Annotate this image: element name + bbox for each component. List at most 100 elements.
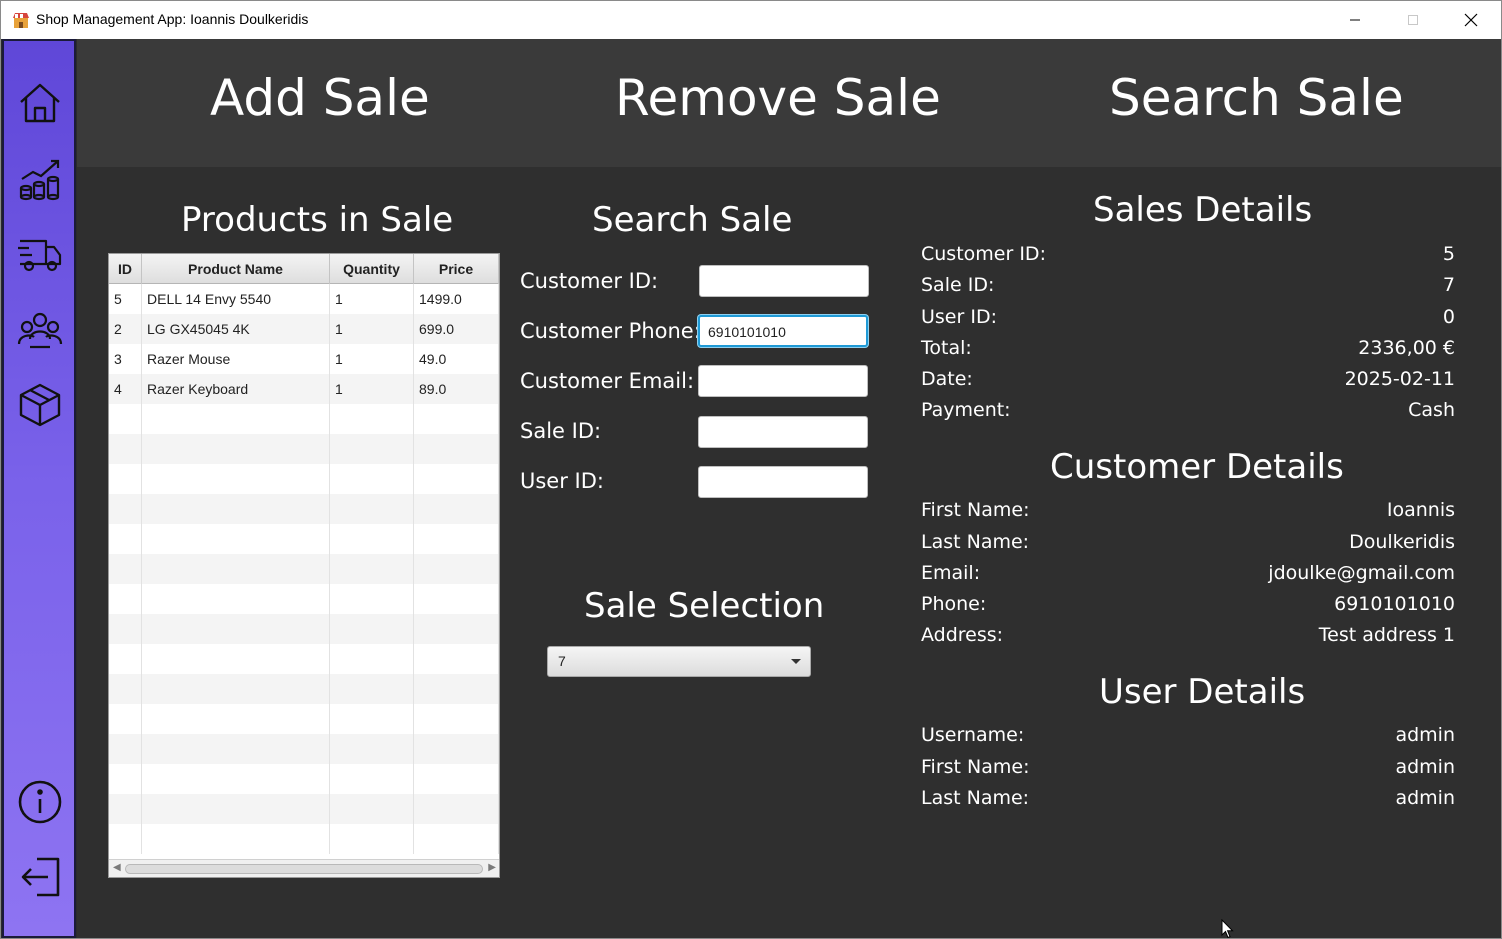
cell-product-name (142, 494, 330, 524)
cell-price (414, 644, 499, 674)
cell-id (109, 734, 142, 764)
cell-price (414, 464, 499, 494)
cell-product-name (142, 584, 330, 614)
empty-table-row (109, 614, 499, 644)
cell-quantity: 1 (330, 314, 414, 344)
cell-price (414, 584, 499, 614)
cell-id (109, 554, 142, 584)
user-last-name-value: admin (1395, 787, 1455, 809)
table-row[interactable]: 3 Razer Mouse 1 49.0 (109, 344, 499, 374)
sale-id-input[interactable] (698, 416, 868, 448)
maximize-button[interactable] (1384, 1, 1442, 39)
cell-id: 5 (109, 284, 142, 314)
user-id-input[interactable] (698, 466, 868, 498)
customer-address-value: Test address 1 (1318, 624, 1455, 646)
user-username-value: admin (1395, 724, 1455, 746)
cell-product-name (142, 734, 330, 764)
scroll-right-icon[interactable]: ▶ (488, 862, 496, 873)
minimize-icon (1350, 19, 1360, 21)
customer-last-name-label: Last Name: (921, 531, 1030, 553)
search-sale-button[interactable]: Search Sale (1109, 69, 1404, 127)
cell-quantity (330, 764, 414, 794)
customers-icon (17, 312, 63, 349)
cell-product-name (142, 674, 330, 704)
cell-quantity (330, 464, 414, 494)
column-header-id[interactable]: ID (109, 254, 142, 284)
cell-id (109, 494, 142, 524)
cell-quantity: 1 (330, 374, 414, 404)
empty-table-row (109, 764, 499, 794)
empty-table-row (109, 824, 499, 854)
cell-id (109, 704, 142, 734)
user-details-title: User Details (1099, 672, 1306, 712)
cell-product-name (142, 704, 330, 734)
home-icon (20, 83, 60, 123)
detail-user-id-label: User ID: (921, 306, 997, 328)
cell-id (109, 824, 142, 854)
close-button[interactable] (1442, 1, 1500, 39)
horizontal-scrollbar[interactable]: ◀ ▶ (109, 859, 499, 877)
table-row[interactable]: 5 DELL 14 Envy 5540 1 1499.0 (109, 284, 499, 314)
cell-product-name (142, 404, 330, 434)
nav-home-button[interactable] (16, 79, 64, 127)
sales-chart-icon (19, 159, 60, 201)
products-table[interactable]: ID Product Name Quantity Price 5 DELL 14 … (108, 253, 500, 878)
add-sale-button[interactable]: Add Sale (210, 69, 430, 127)
cell-price (414, 734, 499, 764)
header-bar: Add Sale Remove Sale Search Sale (77, 39, 1501, 167)
customer-address-label: Address: (921, 624, 1004, 646)
sale-selection-dropdown[interactable]: 7 (547, 646, 811, 677)
customer-email-input[interactable] (698, 365, 868, 397)
customer-id-input[interactable] (699, 265, 869, 297)
cell-price (414, 524, 499, 554)
cell-quantity (330, 734, 414, 764)
cell-id (109, 674, 142, 704)
delivery-truck-icon (18, 239, 62, 272)
customer-id-label: Customer ID: (520, 269, 659, 293)
nav-customers-button[interactable] (16, 306, 64, 354)
user-first-name-label: First Name: (921, 756, 1030, 778)
cell-id (109, 764, 142, 794)
customer-first-name-value: Ioannis (1386, 499, 1455, 521)
nav-products-button[interactable] (16, 381, 64, 429)
column-header-price[interactable]: Price (414, 254, 499, 284)
column-header-quantity[interactable]: Quantity (330, 254, 414, 284)
cell-price (414, 614, 499, 644)
cell-id (109, 794, 142, 824)
sales-details-title: Sales Details (1093, 190, 1313, 230)
cell-product-name (142, 794, 330, 824)
detail-user-id-value: 0 (1442, 306, 1455, 328)
cell-price: 1499.0 (414, 284, 499, 314)
products-box-icon (19, 383, 61, 427)
detail-customer-id-value: 5 (1442, 243, 1455, 265)
empty-table-row (109, 794, 499, 824)
detail-customer-id-label: Customer ID: (921, 243, 1046, 265)
column-header-product-name[interactable]: Product Name (142, 254, 330, 284)
nav-info-button[interactable] (16, 778, 64, 826)
cell-product-name: Razer Keyboard (142, 374, 330, 404)
empty-table-row (109, 524, 499, 554)
remove-sale-button[interactable]: Remove Sale (615, 69, 941, 127)
detail-total-label: Total: (921, 337, 972, 359)
scrollbar-thumb[interactable] (125, 864, 483, 874)
cell-product-name (142, 614, 330, 644)
mouse-cursor-icon (1221, 919, 1234, 939)
app-window: Shop Management App: Ioannis Doulkeridis (0, 0, 1502, 939)
nav-delivery-button[interactable] (16, 230, 64, 278)
cell-id (109, 644, 142, 674)
empty-table-row (109, 464, 499, 494)
cell-id (109, 404, 142, 434)
nav-logout-button[interactable] (16, 853, 64, 901)
sale-id-label: Sale ID: (520, 419, 602, 443)
customer-phone-value: 6910101010 (1334, 593, 1455, 615)
table-row[interactable]: 2 LG GX45045 4K 1 699.0 (109, 314, 499, 344)
nav-sales-button[interactable] (16, 154, 64, 202)
table-row[interactable]: 4 Razer Keyboard 1 89.0 (109, 374, 499, 404)
cell-product-name (142, 644, 330, 674)
cell-quantity (330, 554, 414, 584)
empty-table-row (109, 704, 499, 734)
customer-email-label: Customer Email: (520, 369, 695, 393)
minimize-button[interactable] (1326, 1, 1384, 39)
customer-phone-input[interactable]: 6910101010 (698, 315, 868, 347)
scroll-left-icon[interactable]: ◀ (113, 862, 121, 873)
